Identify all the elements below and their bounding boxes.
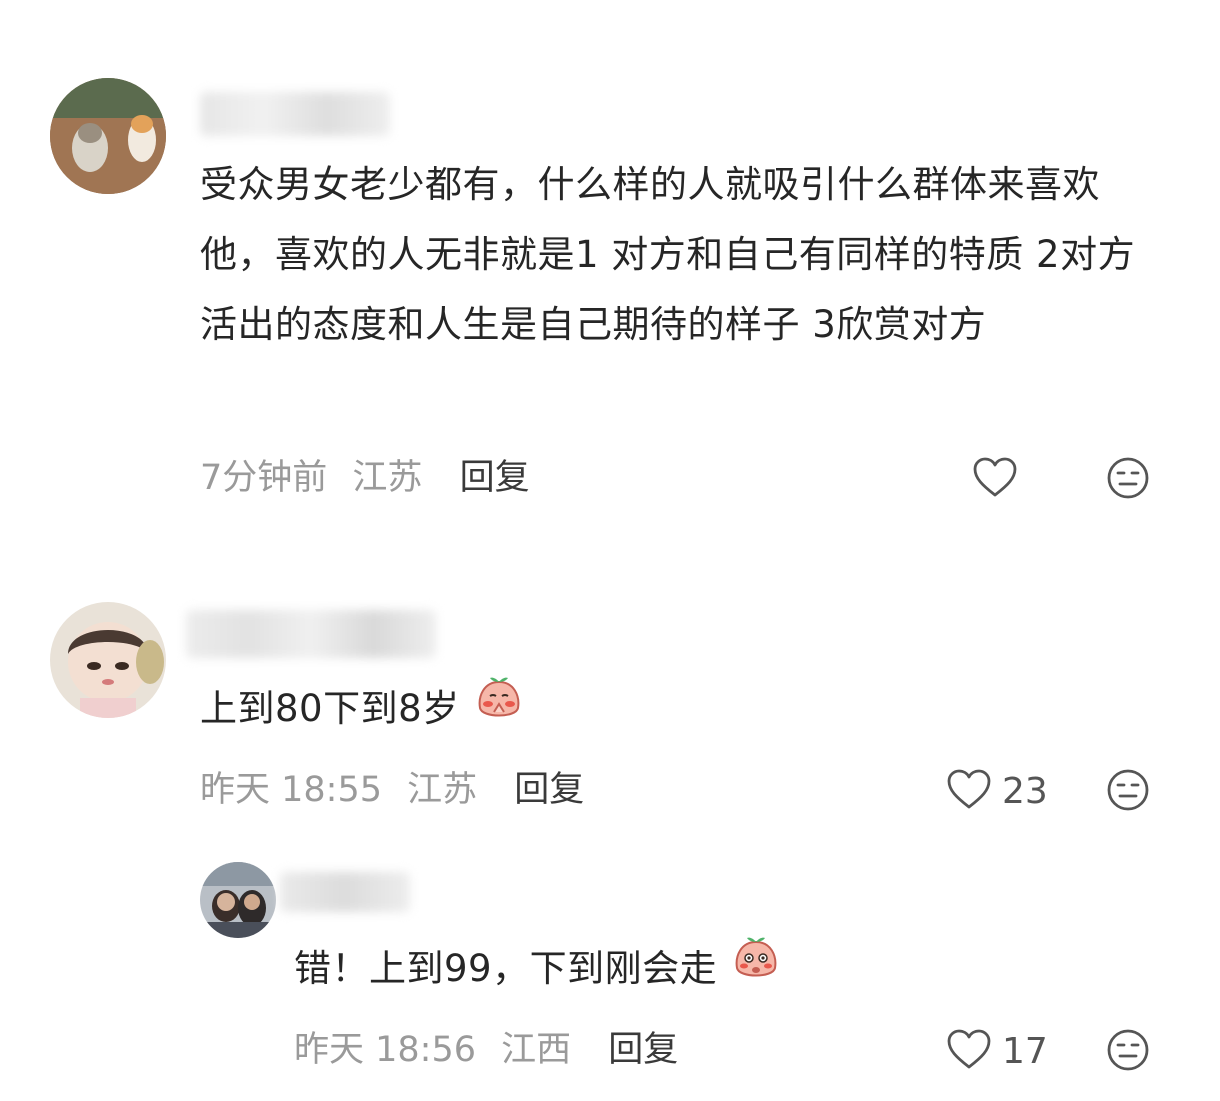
meh-face-icon <box>1106 1029 1150 1076</box>
like-button[interactable] <box>972 456 1028 502</box>
comment-meta: 昨天 18:55 江苏 回复 <box>200 768 584 812</box>
comment-meta: 昨天 18:56 江西 回复 <box>294 1028 678 1072</box>
comment-location: 江苏 <box>407 770 478 810</box>
like-button[interactable]: 17 <box>946 1028 1048 1074</box>
comment-time: 昨天 18:55 <box>200 770 382 810</box>
comment-time: 7分钟前 <box>200 458 328 498</box>
comment-text: 受众男女老少都有，什么样的人就吸引什么群体来喜欢他，喜欢的人无非就是1 对方和自… <box>200 163 1136 346</box>
user-avatar[interactable] <box>50 602 166 718</box>
like-count: 17 <box>1002 1030 1048 1072</box>
comment-location: 江苏 <box>352 458 423 498</box>
reply-button[interactable]: 回复 <box>514 770 584 810</box>
username-blurred[interactable] <box>200 92 390 136</box>
peach-shy-emoji <box>731 934 781 1007</box>
comment-text: 错！上到99，下到刚会走 <box>294 934 781 1007</box>
heart-outline-icon <box>972 456 1018 502</box>
like-button[interactable]: 23 <box>946 768 1048 814</box>
user-avatar[interactable] <box>50 78 166 194</box>
dislike-button[interactable] <box>1106 768 1150 816</box>
dislike-button[interactable] <box>1106 456 1150 504</box>
user-avatar[interactable] <box>200 862 276 938</box>
like-count: 23 <box>1002 770 1048 812</box>
heart-outline-icon <box>946 768 992 814</box>
reply-button[interactable]: 回复 <box>608 1030 678 1070</box>
username-blurred[interactable] <box>186 610 436 658</box>
heart-outline-icon <box>946 1028 992 1074</box>
comment-text-content: 上到80下到8岁 <box>200 687 460 730</box>
meh-face-icon <box>1106 769 1150 816</box>
peach-pray-emoji <box>474 674 524 747</box>
comment-meta: 7分钟前 江苏 回复 <box>200 456 530 500</box>
username-blurred[interactable] <box>280 872 410 912</box>
comment-location: 江西 <box>501 1030 572 1070</box>
reply-button[interactable]: 回复 <box>460 458 530 498</box>
comment-time: 昨天 18:56 <box>294 1030 476 1070</box>
meh-face-icon <box>1106 457 1150 504</box>
comment-text: 上到80下到8岁 <box>200 674 524 747</box>
dislike-button[interactable] <box>1106 1028 1150 1076</box>
comment-text-content: 错！上到99，下到刚会走 <box>294 947 718 990</box>
